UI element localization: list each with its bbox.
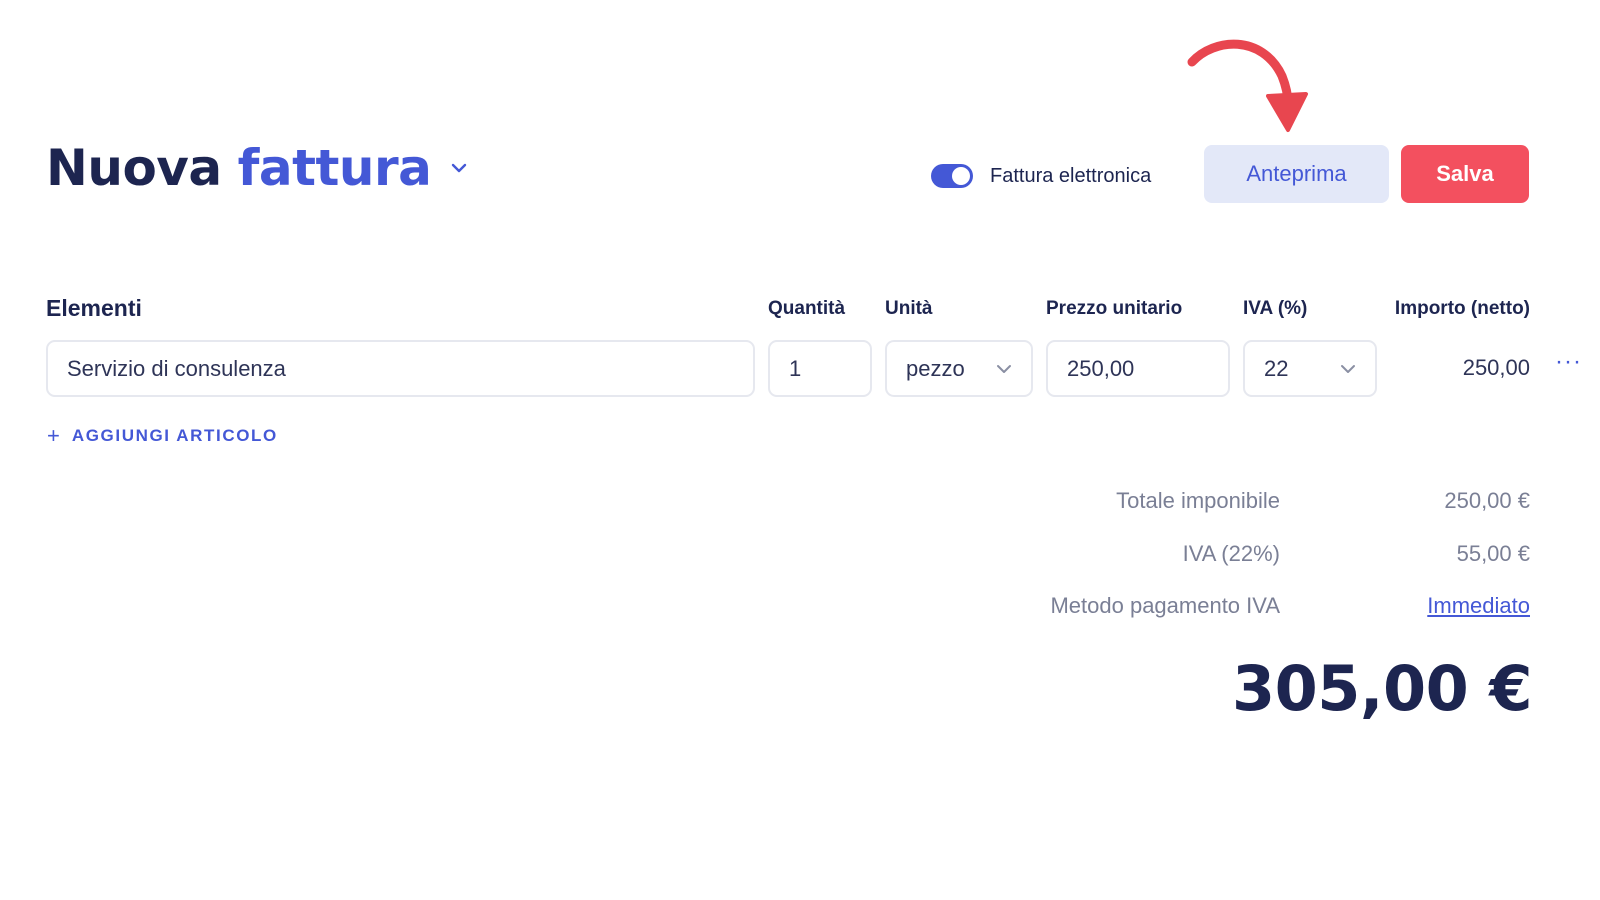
- curved-arrow-icon: [1187, 39, 1308, 132]
- quantity-input[interactable]: 1: [768, 340, 872, 397]
- vat-total-value: 55,00 €: [1456, 541, 1530, 566]
- column-header-items: Elementi: [46, 295, 142, 321]
- plus-icon: +: [47, 423, 60, 448]
- column-header-quantity: Quantità: [768, 298, 846, 319]
- vat-payment-method-value: Immediato: [1330, 593, 1530, 619]
- taxable-total-label: Totale imponibile: [1116, 488, 1280, 513]
- page-title-accent: fattura: [237, 139, 432, 197]
- page-title-main: Nuova: [46, 139, 222, 197]
- column-header-amount: Importo (netto): [1394, 298, 1530, 319]
- row-amount: 250,00: [1462, 355, 1530, 380]
- chevron-down-icon[interactable]: [449, 158, 469, 178]
- add-item-button[interactable]: + AGGIUNGI ARTICOLO: [47, 423, 278, 448]
- unit-select[interactable]: pezzo: [885, 340, 1033, 397]
- chevron-down-icon: [1341, 364, 1355, 373]
- e-invoice-toggle[interactable]: [931, 164, 973, 188]
- page-title: Nuova fattura: [46, 136, 469, 200]
- column-header-unit-price: Prezzo unitario: [1046, 298, 1183, 319]
- vat-total-label: IVA (22%): [1182, 541, 1280, 566]
- vat-payment-method-label: Metodo pagamento IVA: [1050, 593, 1280, 618]
- column-header-unit: Unità: [885, 298, 933, 319]
- vat-select-value: 22: [1264, 355, 1289, 381]
- chevron-down-icon: [997, 364, 1011, 373]
- column-header-vat: IVA (%): [1243, 298, 1308, 319]
- preview-button[interactable]: Anteprima: [1204, 145, 1389, 203]
- grand-total: 305,00 €: [1232, 652, 1532, 725]
- unit-select-value: pezzo: [906, 355, 965, 381]
- taxable-total-value: 250,00 €: [1444, 488, 1530, 513]
- add-item-label: AGGIUNGI ARTICOLO: [71, 426, 278, 445]
- toggle-knob: [952, 167, 970, 185]
- vat-payment-method-link[interactable]: Immediato: [1427, 593, 1530, 618]
- more-horizontal-icon[interactable]: ···: [1555, 350, 1582, 374]
- unit-price-input[interactable]: 250,00: [1046, 340, 1230, 397]
- vat-select[interactable]: 22: [1243, 340, 1377, 397]
- item-description-input[interactable]: Servizio di consulenza: [46, 340, 755, 397]
- e-invoice-toggle-label: Fattura elettronica: [990, 165, 1152, 187]
- save-button[interactable]: Salva: [1401, 145, 1529, 203]
